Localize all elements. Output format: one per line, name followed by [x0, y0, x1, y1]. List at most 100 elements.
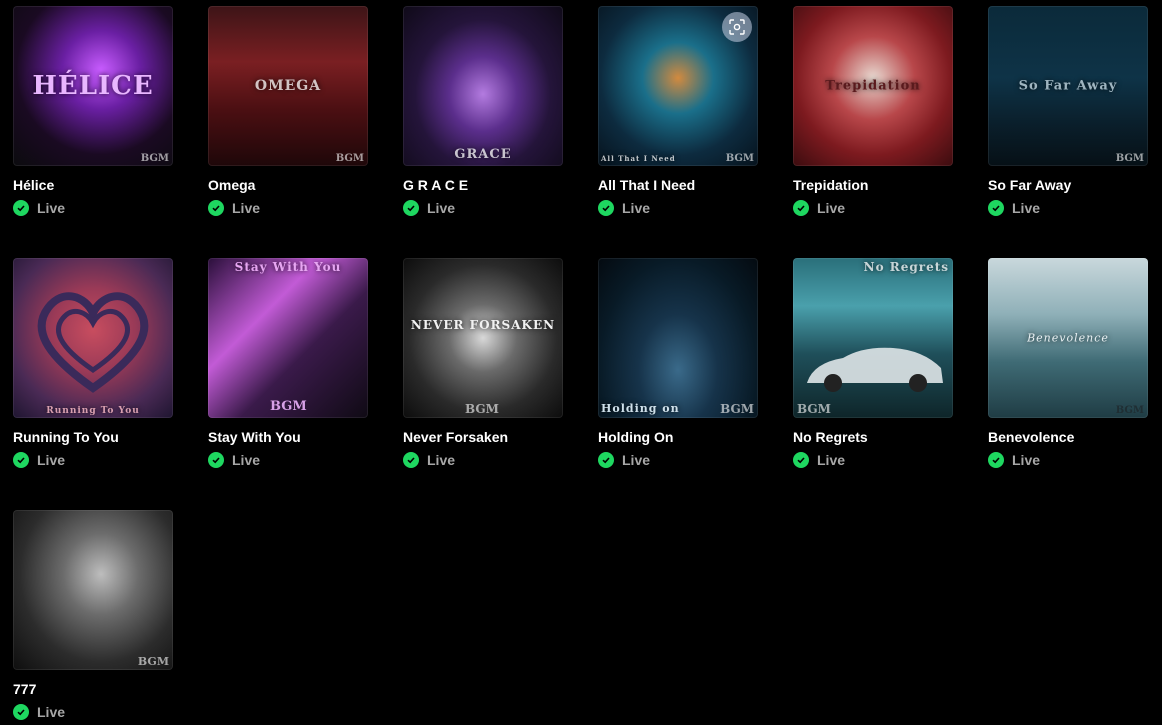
album-title[interactable]: Trepidation	[793, 177, 953, 193]
check-circle-icon	[988, 452, 1004, 468]
brand-mark: BGM	[797, 402, 831, 416]
visual-search-icon	[729, 19, 745, 35]
album-title[interactable]: Never Forsaken	[403, 429, 563, 445]
album-title[interactable]: Holding On	[598, 429, 758, 445]
album-card-running-to-you[interactable]: Running To You Running To You Live	[13, 258, 173, 468]
status-label: Live	[622, 452, 651, 468]
release-status: Live	[598, 452, 758, 468]
brand-mark: BGM	[720, 402, 754, 416]
status-label: Live	[427, 200, 456, 216]
check-circle-icon	[13, 200, 29, 216]
check-circle-icon	[598, 452, 614, 468]
album-cover-image[interactable]: So Far Away BGM	[988, 6, 1148, 166]
album-card-never-forsaken[interactable]: NEVER FORSAKEN BGM Never Forsaken Live	[403, 258, 563, 468]
check-circle-icon	[208, 200, 224, 216]
album-title[interactable]: Omega	[208, 177, 368, 193]
status-label: Live	[37, 452, 66, 468]
cover-text: Running To You	[46, 406, 140, 416]
cover-text: Trepidation	[825, 78, 921, 94]
album-cover-image[interactable]: GRACE	[403, 6, 563, 166]
album-card-stay-with-you[interactable]: Stay With You BGM Stay With You Live	[208, 258, 368, 468]
brand-mark: BGM	[1115, 153, 1144, 164]
release-status: Live	[403, 452, 563, 468]
album-card-all-that-i-need[interactable]: All That I Need BGM All That I Need Live	[598, 6, 758, 216]
status-label: Live	[427, 452, 456, 468]
status-label: Live	[817, 200, 846, 216]
check-circle-icon	[988, 200, 1004, 216]
album-cover-image[interactable]: Holding on BGM	[598, 258, 758, 418]
album-cover-image[interactable]: Stay With You BGM	[208, 258, 368, 418]
status-label: Live	[1012, 452, 1041, 468]
check-circle-icon	[403, 452, 419, 468]
album-cover-image[interactable]: All That I Need BGM	[598, 6, 758, 166]
release-status: Live	[988, 200, 1148, 216]
cover-text: So Far Away	[1018, 78, 1118, 94]
check-circle-icon	[598, 200, 614, 216]
album-title[interactable]: Running To You	[13, 429, 173, 445]
check-circle-icon	[793, 452, 809, 468]
car-icon	[807, 347, 943, 392]
cover-text: GRACE	[454, 147, 512, 162]
album-title[interactable]: No Regrets	[793, 429, 953, 445]
status-label: Live	[37, 200, 66, 216]
cover-text: NEVER FORSAKEN	[410, 318, 556, 333]
album-title[interactable]: So Far Away	[988, 177, 1148, 193]
album-cover-image[interactable]: Running To You	[13, 258, 173, 418]
brand-mark: BGM	[270, 399, 307, 414]
album-card-777[interactable]: BGM 777 Live	[13, 510, 173, 720]
brand-mark: BGM	[1115, 405, 1144, 416]
album-title[interactable]: Stay With You	[208, 429, 368, 445]
status-label: Live	[232, 200, 261, 216]
album-title[interactable]: Benevolence	[988, 429, 1148, 445]
release-status: Live	[13, 200, 173, 216]
brand-mark: BGM	[725, 153, 754, 164]
album-cover-image[interactable]: BGM	[13, 510, 173, 670]
status-label: Live	[232, 452, 261, 468]
album-card-no-regrets[interactable]: No Regrets BGM No Regrets Live	[793, 258, 953, 468]
cover-text: Benevolence	[1027, 331, 1109, 345]
check-circle-icon	[403, 200, 419, 216]
status-label: Live	[37, 704, 66, 720]
album-title[interactable]: 777	[13, 681, 173, 697]
album-title[interactable]: G R A C E	[403, 177, 563, 193]
release-status: Live	[13, 452, 173, 468]
album-grid: HÉLICE BGM Hélice Live OMEGA BGM Omega L…	[0, 0, 1162, 725]
cover-text: HÉLICE	[32, 71, 154, 101]
check-circle-icon	[13, 452, 29, 468]
release-status: Live	[403, 200, 563, 216]
visual-search-button[interactable]	[722, 12, 752, 42]
status-label: Live	[1012, 200, 1041, 216]
brand-mark: BGM	[137, 655, 169, 668]
album-title[interactable]: Hélice	[13, 177, 173, 193]
cover-text: Stay With You	[234, 260, 342, 274]
check-circle-icon	[208, 452, 224, 468]
brand-mark: BGM	[140, 153, 169, 164]
album-title[interactable]: All That I Need	[598, 177, 758, 193]
album-card-helice[interactable]: HÉLICE BGM Hélice Live	[13, 6, 173, 216]
album-cover-image[interactable]: OMEGA BGM	[208, 6, 368, 166]
check-circle-icon	[13, 704, 29, 720]
album-cover-image[interactable]: No Regrets BGM	[793, 258, 953, 418]
brand-mark: BGM	[335, 153, 364, 164]
release-status: Live	[988, 452, 1148, 468]
release-status: Live	[13, 704, 173, 720]
brand-mark: BGM	[465, 402, 499, 416]
album-cover-image[interactable]: Trepidation	[793, 6, 953, 166]
album-cover-image[interactable]: NEVER FORSAKEN BGM	[403, 258, 563, 418]
release-status: Live	[793, 452, 953, 468]
heart-icon	[37, 292, 149, 393]
release-status: Live	[208, 452, 368, 468]
cover-text: OMEGA	[254, 78, 322, 94]
album-card-omega[interactable]: OMEGA BGM Omega Live	[208, 6, 368, 216]
release-status: Live	[208, 200, 368, 216]
album-card-grace[interactable]: GRACE G R A C E Live	[403, 6, 563, 216]
album-cover-image[interactable]: Benevolence BGM	[988, 258, 1148, 418]
release-status: Live	[793, 200, 953, 216]
status-label: Live	[622, 200, 651, 216]
check-circle-icon	[793, 200, 809, 216]
album-card-holding-on[interactable]: Holding on BGM Holding On Live	[598, 258, 758, 468]
album-card-benevolence[interactable]: Benevolence BGM Benevolence Live	[988, 258, 1148, 468]
album-card-so-far-away[interactable]: So Far Away BGM So Far Away Live	[988, 6, 1148, 216]
album-card-trepidation[interactable]: Trepidation Trepidation Live	[793, 6, 953, 216]
album-cover-image[interactable]: HÉLICE BGM	[13, 6, 173, 166]
